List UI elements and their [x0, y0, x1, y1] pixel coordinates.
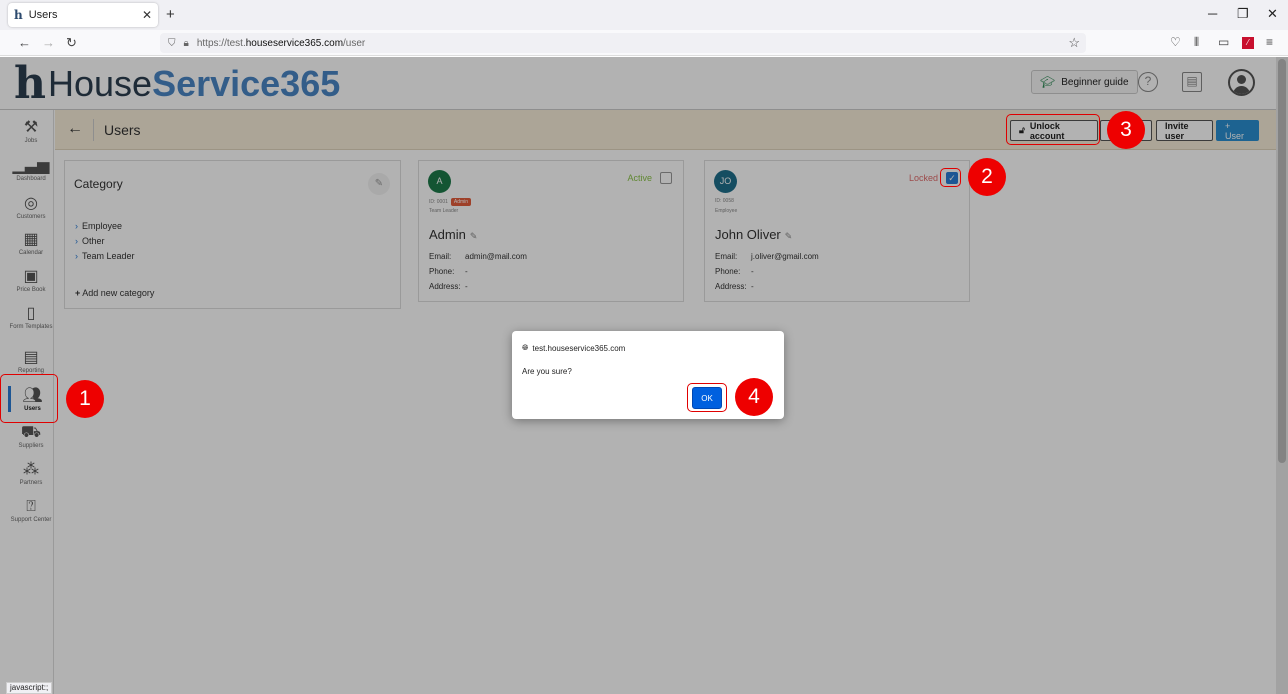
url-text: https://test.houseservice365.com/user [196, 37, 366, 49]
highlight-ok [687, 383, 727, 412]
url-bar[interactable]: ⛉ 🔒︎ https://test.houseservice365.com/us… [160, 33, 1086, 53]
favicon-icon: h [14, 8, 23, 22]
tab-title: Users [28, 9, 58, 21]
shield-icon: ⛉ [168, 37, 176, 49]
new-tab-icon[interactable]: + [166, 6, 175, 23]
step-number: 4 [735, 378, 773, 416]
dialog-message: Are you sure? [522, 367, 572, 376]
pocket-icon[interactable]: ♡ [1170, 35, 1181, 49]
lock-icon: 🔒︎ [183, 37, 189, 49]
sidebar-toggle-icon[interactable]: ▭ [1218, 35, 1229, 49]
menu-icon[interactable]: ≡ [1266, 35, 1273, 49]
step-number: 1 [66, 380, 104, 418]
forward-icon[interactable]: → [42, 35, 55, 50]
library-icon[interactable]: ⫴ [1194, 35, 1199, 50]
bookmark-star-icon[interactable]: ☆ [1068, 35, 1080, 51]
dialog-origin: 🌐︎ test.houseservice365.com [522, 343, 626, 353]
highlight-users [0, 374, 58, 423]
back-icon[interactable]: ← [18, 35, 31, 50]
extension-icon[interactable]: ⁄ [1242, 37, 1254, 49]
browser-tab-bar: h Users ✕ + ─ ❐ ✕ [0, 0, 1288, 30]
globe-icon: 🌐︎ [522, 343, 529, 352]
highlight-checkbox [940, 168, 961, 187]
step-number: 3 [1107, 111, 1145, 149]
browser-tab[interactable]: h Users ✕ [8, 3, 158, 27]
restore-icon[interactable]: ❐ [1237, 6, 1249, 22]
browser-nav-bar: ← → ↻ ⛉ 🔒︎ https://test.houseservice365.… [0, 30, 1288, 56]
highlight-unlock [1006, 114, 1100, 145]
step-number: 2 [968, 158, 1006, 196]
minimize-icon[interactable]: ─ [1208, 6, 1217, 21]
close-tab-icon[interactable]: ✕ [142, 8, 152, 22]
status-bar: javascript:; [6, 682, 53, 694]
close-window-icon[interactable]: ✕ [1267, 6, 1278, 22]
reload-icon[interactable]: ↻ [66, 35, 77, 51]
